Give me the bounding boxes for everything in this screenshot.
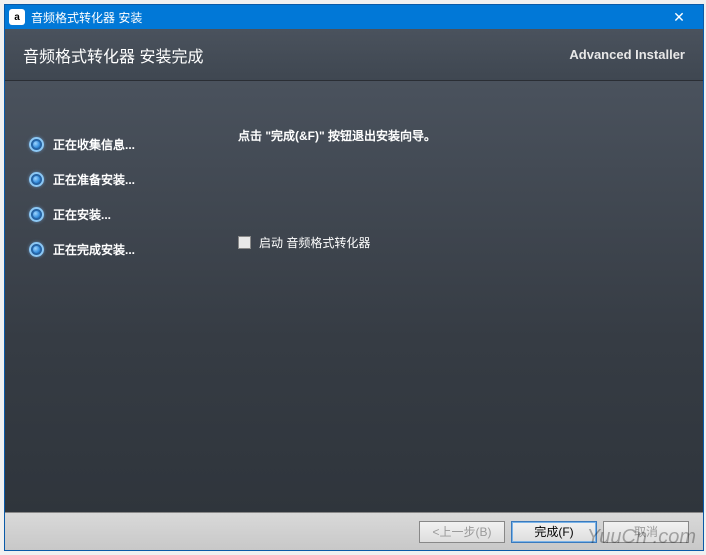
instruction-text: 点击 "完成(&F)" 按钮退出安装向导。 (238, 127, 673, 144)
window-title: 音频格式转化器 安装 (31, 9, 659, 26)
app-icon: a (9, 9, 25, 25)
content-panel: 点击 "完成(&F)" 按钮退出安装向导。 启动 音频格式转化器 (220, 81, 703, 512)
radio-filled-icon (29, 137, 44, 152)
step-preparing: 正在准备安装... (29, 171, 220, 188)
installer-window: a 音频格式转化器 安装 ✕ 音频格式转化器 安装完成 Advanced Ins… (4, 4, 704, 551)
radio-filled-icon (29, 172, 44, 187)
step-installing: 正在安装... (29, 206, 220, 223)
close-button[interactable]: ✕ (659, 5, 699, 29)
radio-filled-icon (29, 207, 44, 222)
page-title: 音频格式转化器 安装完成 (23, 43, 569, 67)
radio-filled-icon (29, 242, 44, 257)
step-label: 正在收集信息... (53, 136, 135, 153)
cancel-button: 取消 (603, 521, 689, 543)
brand-label: Advanced Installer (569, 47, 685, 62)
body: 正在收集信息... 正在准备安装... 正在安装... 正在完成安装... 点击… (5, 81, 703, 512)
finish-button[interactable]: 完成(F) (511, 521, 597, 543)
checkbox-icon[interactable] (238, 236, 251, 249)
step-finishing: 正在完成安装... (29, 241, 220, 258)
launch-checkbox-row[interactable]: 启动 音频格式转化器 (238, 234, 673, 251)
header: 音频格式转化器 安装完成 Advanced Installer (5, 29, 703, 81)
step-label: 正在完成安装... (53, 241, 135, 258)
step-label: 正在准备安装... (53, 171, 135, 188)
launch-checkbox-label: 启动 音频格式转化器 (259, 234, 370, 251)
footer: <上一步(B) 完成(F) 取消 (5, 512, 703, 550)
step-label: 正在安装... (53, 206, 111, 223)
titlebar: a 音频格式转化器 安装 ✕ (5, 5, 703, 29)
step-collecting: 正在收集信息... (29, 136, 220, 153)
back-button: <上一步(B) (419, 521, 505, 543)
steps-sidebar: 正在收集信息... 正在准备安装... 正在安装... 正在完成安装... (5, 81, 220, 512)
